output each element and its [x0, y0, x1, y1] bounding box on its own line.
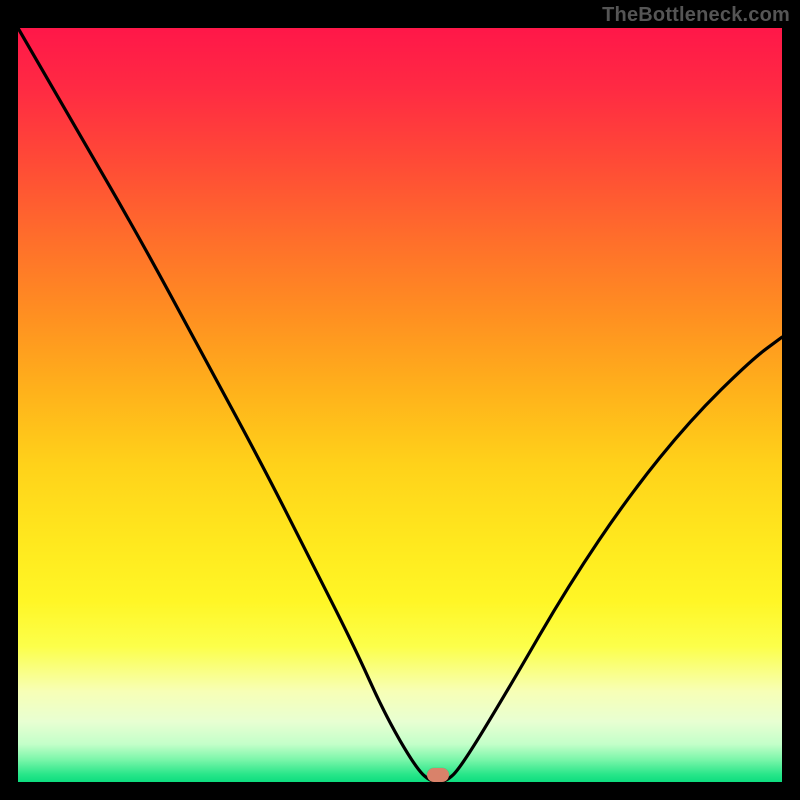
optimal-point-marker: [427, 768, 449, 782]
bottleneck-curve: [18, 28, 782, 782]
watermark-text: TheBottleneck.com: [602, 4, 790, 27]
plot-area: [18, 28, 782, 782]
curve-svg: [18, 28, 782, 782]
chart-frame: TheBottleneck.com: [0, 0, 800, 800]
